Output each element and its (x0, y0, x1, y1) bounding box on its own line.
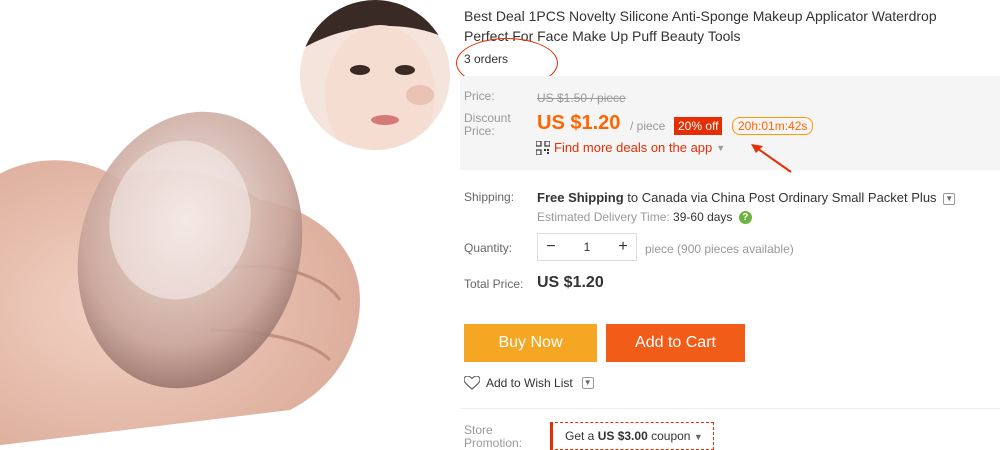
product-image[interactable] (0, 0, 450, 445)
hand-holding-sponge-image (0, 111, 360, 445)
discount-price: US $1.20 (537, 112, 621, 134)
increment-button[interactable]: + (610, 238, 636, 256)
coupon-amount: US $3.00 (597, 429, 648, 443)
quantity-input[interactable]: 1 (574, 240, 600, 254)
model-face-image (300, 0, 450, 150)
store-coupon[interactable]: Get a US $3.00 coupon ▼ (550, 422, 714, 450)
app-deals-text: Find more deals on the app (554, 140, 713, 155)
add-to-cart-button[interactable]: Add to Cart (606, 324, 745, 362)
buy-now-button[interactable]: Buy Now (464, 324, 597, 362)
per-piece-unit: / piece (630, 119, 666, 133)
divider (460, 408, 1000, 409)
help-icon[interactable]: ? (738, 211, 752, 225)
wish-list-link[interactable]: Add to Wish List ▼ (464, 376, 594, 390)
red-arrow-annotation (751, 144, 792, 173)
original-price: US $1.50 / piece (537, 91, 626, 105)
heart-icon (464, 376, 480, 390)
app-deals-link[interactable]: Find more deals on the app ▼ (536, 140, 725, 155)
quantity-stepper: − 1 + (537, 233, 637, 261)
discount-label-line2: Price: (464, 124, 495, 138)
chevron-down-icon: ▼ (716, 142, 726, 153)
discount-badge: 20% off (674, 117, 723, 135)
decrement-button[interactable]: − (538, 238, 564, 256)
face-illustration (300, 0, 450, 150)
delivery-label: Estimated Delivery Time: (537, 210, 670, 224)
quantity-label: Quantity: (464, 241, 513, 255)
qr-code-icon (536, 140, 550, 155)
chevron-down-icon[interactable]: ▼ (581, 377, 594, 389)
countdown-timer: 20h:01m:42s (732, 117, 814, 135)
product-detail-panel: Best Deal 1PCS Novelty Silicone Anti-Spo… (456, 0, 1000, 450)
shipping-method[interactable]: Free Shipping to Canada via China Post O… (537, 190, 956, 205)
store-promotion-label: Store Promotion: (464, 424, 522, 450)
coupon-prefix: Get a (565, 429, 595, 443)
shipping-label: Shipping: (464, 190, 515, 204)
chevron-down-icon: ▼ (693, 432, 703, 442)
delivery-days: 39-60 days (673, 210, 733, 224)
store-label-line2: Promotion: (464, 436, 523, 450)
product-title: Best Deal 1PCS Novelty Silicone Anti-Spo… (464, 8, 937, 44)
chevron-down-icon[interactable]: ▼ (943, 192, 956, 205)
total-price: US $1.20 (537, 274, 604, 291)
price-label: Price: (464, 89, 495, 103)
wish-list-text: Add to Wish List (486, 376, 573, 390)
order-count[interactable]: 3 orders (464, 52, 508, 66)
free-shipping-text: Free Shipping (537, 190, 624, 205)
estimated-delivery: Estimated Delivery Time: 39-60 days ? (537, 210, 752, 225)
availability-text: piece (900 pieces available) (645, 242, 794, 256)
discount-price-label: Discount Price: (464, 112, 511, 138)
coupon-suffix: coupon (651, 429, 691, 443)
shipping-destination: to Canada via China Post Ordinary Small … (627, 190, 937, 205)
total-price-label: Total Price: (464, 277, 524, 291)
